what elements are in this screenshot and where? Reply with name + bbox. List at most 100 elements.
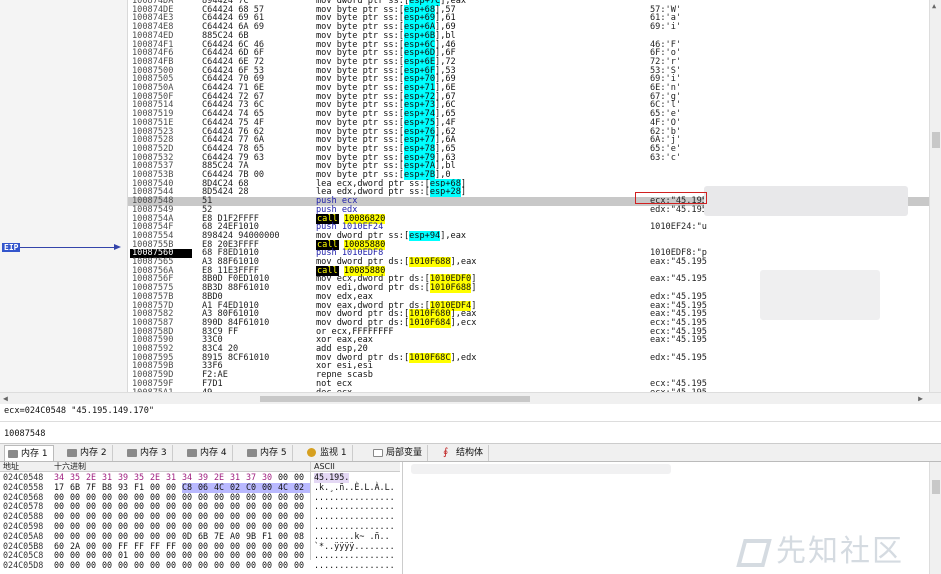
tab-4[interactable]: 内存 4 xyxy=(184,445,233,461)
instruction-comment: 6F:'o' xyxy=(650,48,682,59)
memory-operand: 1010F68C xyxy=(409,352,451,363)
tab-label: 内存 2 xyxy=(80,448,107,458)
disassembly-pane[interactable]: 100874DA 894424 7C mov dword ptr ss:[esp+7… xyxy=(0,0,941,392)
watch-icon xyxy=(307,448,316,457)
instruction-bytes: 51 xyxy=(202,196,213,207)
instruction-comment: 53:'S' xyxy=(650,65,682,76)
tab-8[interactable]: ∮ 结构体 xyxy=(440,445,490,461)
hex-byte: 00 xyxy=(70,560,81,571)
disasm-row[interactable]: 1008759B 33F6 xor esi,esi xyxy=(128,362,929,371)
instruction-text: lea edx,dword ptr ss:[esp+28] xyxy=(316,187,467,198)
info-line-register: ecx=024C0548 "45.195.149.170" xyxy=(0,404,941,422)
memory-operand: esp+94 xyxy=(409,230,441,241)
scroll-thumb[interactable] xyxy=(260,396,530,402)
redacted-block xyxy=(411,464,671,474)
memory-icon xyxy=(187,449,197,457)
tab-6[interactable]: 监视 1 xyxy=(304,445,353,461)
instruction-comment: 67:'g' xyxy=(650,91,682,102)
hex-byte: 00 xyxy=(86,560,97,571)
instruction-text: push ecx xyxy=(316,196,358,207)
instruction-comment: 69:'i' xyxy=(650,22,682,33)
scroll-right-icon[interactable]: ▶ xyxy=(918,394,923,403)
instruction-comment: 6E:'n' xyxy=(650,83,682,93)
disasm-row[interactable]: 1008759F F7D1 not ecx ecx:"45.195 xyxy=(128,380,929,389)
disasm-row[interactable]: 10087587 890D 84F61010 mov dword ptr ds:[1… xyxy=(128,317,929,328)
redacted-comment-block xyxy=(760,270,880,320)
dump-side-panel: 先知社区 xyxy=(402,462,928,574)
hex-byte: 00 xyxy=(214,560,225,571)
scroll-left-icon[interactable]: ◀ xyxy=(3,394,8,403)
tab-label: 结构体 xyxy=(456,448,484,458)
disasm-row[interactable]: 10087595 8915 8CF61010 mov dword ptr ds:[1… xyxy=(128,352,929,363)
eip-arrow-line xyxy=(20,247,116,248)
redacted-comment-block xyxy=(704,186,908,216)
instruction-text: not ecx xyxy=(316,378,353,389)
memory-icon xyxy=(127,449,137,457)
info-line-address: 10087548 xyxy=(0,422,941,444)
eip-marker: EIP xyxy=(2,243,21,252)
dump-header: 地址 十六进制 ASCII xyxy=(0,462,400,472)
instruction-comment: 6C:'l' xyxy=(650,100,682,111)
instruction-comment: 65:'e' xyxy=(650,109,682,120)
tab-label: 内存 4 xyxy=(200,448,227,458)
disasm-vertical-scrollbar[interactable]: ▲ xyxy=(929,0,941,392)
instruction-comment: 72:'r' xyxy=(650,56,682,67)
dump-header-address: 地址 xyxy=(3,462,19,471)
instruction-bytes: 8D5424 28 xyxy=(202,187,249,198)
instruction-comment: 69:'i' xyxy=(650,74,682,85)
highlight-box xyxy=(635,192,707,204)
disasm-row[interactable]: 1008759D F2:AE repne scasb xyxy=(128,371,929,380)
instruction-comment: 57:'W' xyxy=(650,4,682,15)
memory-icon xyxy=(67,449,77,457)
hex-byte: 00 xyxy=(102,560,113,571)
hex-byte: 00 xyxy=(150,560,161,571)
disasm-row[interactable]: 1008758D 83C9 FF or ecx,FFFFFFFF ecx:"45.19… xyxy=(128,327,929,337)
instruction-comment: 63:'c' xyxy=(650,152,682,163)
tab-3[interactable]: 内存 3 xyxy=(124,445,173,461)
scroll-thumb[interactable] xyxy=(932,480,940,494)
tab-5[interactable]: 内存 5 xyxy=(244,445,293,461)
locals-icon xyxy=(373,449,383,457)
hex-byte: 00 xyxy=(54,560,65,571)
dump-row[interactable]: 024C05D8 00 00 00 00 00 00 00 00 00 00 00 00 00 00 00 00… xyxy=(0,560,400,571)
memory-icon xyxy=(247,449,257,457)
hex-byte: 00 xyxy=(182,560,193,571)
memory-operand: 1010F688 xyxy=(409,257,451,267)
instruction-comment: 62:'b' xyxy=(650,126,682,137)
scroll-thumb[interactable] xyxy=(932,132,940,148)
instruction-comment: eax:"45.195 xyxy=(650,257,707,267)
watermark: 先知社区 xyxy=(736,526,904,570)
instruction-comment: 6A:'j' xyxy=(650,135,682,146)
dump-ascii: ................ xyxy=(314,560,395,571)
hex-byte: 00 xyxy=(118,560,129,571)
hex-byte: 00 xyxy=(230,560,241,571)
tab-7[interactable]: 局部变量 xyxy=(370,445,429,461)
tab-label: 内存 3 xyxy=(140,448,167,458)
instruction-comment: 46:'F' xyxy=(650,39,682,50)
eip-arrow-icon xyxy=(114,244,121,250)
disasm-horizontal-scrollbar[interactable]: ◀ ▶ xyxy=(0,392,941,404)
tab-1[interactable]: 内存 1 xyxy=(4,445,54,461)
watermark-logo-icon xyxy=(736,538,772,567)
tab-label: 内存 1 xyxy=(21,449,48,459)
instruction-text: repne scasb xyxy=(316,370,373,381)
memory-operand: 1010F688 xyxy=(429,283,472,294)
scroll-up-icon[interactable]: ▲ xyxy=(932,2,936,10)
address-gutter xyxy=(0,0,128,392)
tab-label: 局部变量 xyxy=(386,448,423,458)
memory-operand: 1010F684 xyxy=(409,317,451,328)
instruction-comment: eax:"45.195 xyxy=(650,335,707,346)
hex-byte: 00 xyxy=(134,560,145,571)
disasm-row[interactable]: 10087590 33C0 xor eax,eax eax:"45.195 xyxy=(128,336,929,345)
memory-dump-pane[interactable]: 地址 十六进制 ASCII 024C0548 34 35 2E 31 39 35 2E 31 34… xyxy=(0,462,941,574)
dump-vertical-scrollbar[interactable] xyxy=(929,462,941,574)
instruction-comment: 1010EF24:"u xyxy=(650,222,707,233)
tab-2[interactable]: 内存 2 xyxy=(64,445,113,461)
dump-hex-bytes: 00 00 00 00 00 00 00 00 00 00 00 00 00 00 00 00 xyxy=(54,560,310,571)
hex-byte: 00 xyxy=(246,560,257,571)
memory-icon xyxy=(8,450,18,458)
dump-header-ascii: ASCII xyxy=(314,462,335,471)
hex-byte: 00 xyxy=(278,560,289,571)
instruction-comment: 4F:'O' xyxy=(650,117,682,128)
bottom-tab-bar: 内存 1 内存 2 内存 3 内存 4 内存 5 监视 1 局部变量 ∮ 结构体 xyxy=(0,444,941,462)
